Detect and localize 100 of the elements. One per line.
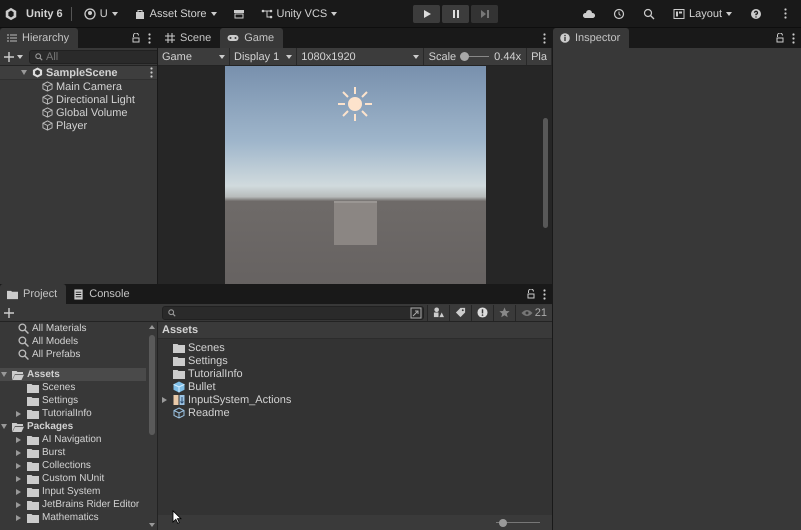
folder-tree-item[interactable]: TutorialInfo: [42, 408, 92, 419]
hierarchy-item[interactable]: Global Volume: [56, 106, 128, 118]
expand-arrow-icon[interactable]: [1, 424, 7, 429]
search-icon: [168, 308, 176, 316]
cube-outline-icon: [42, 120, 53, 131]
asset-item[interactable]: InputSystem_Actions: [188, 394, 292, 406]
alert-icon: [476, 307, 488, 318]
cube-outline-icon: [42, 81, 53, 92]
caret-icon: [219, 54, 225, 58]
archive-icon: [232, 8, 244, 20]
history-icon: [612, 8, 625, 20]
hierarchy-tab[interactable]: Hierarchy: [0, 28, 78, 48]
mouse-cursor-icon: [172, 510, 182, 524]
app-name: Unity 6: [26, 8, 63, 20]
favorite-item[interactable]: All Models: [32, 336, 78, 347]
open-folder-icon: [12, 368, 24, 380]
asset-item[interactable]: TutorialInfo: [188, 368, 243, 380]
lock-icon[interactable]: [776, 33, 784, 43]
lock-icon[interactable]: [132, 33, 140, 43]
kebab-icon[interactable]: [148, 32, 151, 44]
shapes-icon: [432, 307, 444, 318]
hierarchy-item[interactable]: Directional Light: [56, 94, 135, 106]
game-tab[interactable]: Game: [220, 28, 284, 48]
cube-outline-icon: [42, 107, 53, 118]
zoom-slider[interactable]: [496, 518, 540, 526]
kebab-icon[interactable]: [543, 288, 546, 300]
search-icon: [35, 52, 43, 60]
kebab-icon[interactable]: [792, 32, 795, 44]
folder-tree-item[interactable]: Scenes: [42, 382, 76, 393]
play-button[interactable]: [413, 4, 440, 22]
expand-arrow-icon[interactable]: [16, 410, 21, 416]
breadcrumb[interactable]: Assets: [158, 322, 552, 339]
slider-thumb[interactable]: [498, 518, 507, 526]
pause-button[interactable]: [442, 4, 469, 22]
version-control-dropdown[interactable]: Unity VCS: [256, 6, 342, 22]
scene-search-icon[interactable]: [410, 306, 422, 318]
folder-tree-item[interactable]: Packages: [27, 421, 74, 432]
asset-item[interactable]: Bullet: [188, 380, 216, 392]
hierarchy-item[interactable]: Main Camera: [56, 80, 122, 92]
folder-tree-item[interactable]: Mathematics: [42, 512, 99, 523]
expand-arrow-icon[interactable]: [16, 514, 21, 520]
asset-item[interactable]: Scenes: [188, 342, 225, 354]
lock-icon[interactable]: [527, 289, 535, 299]
scene-tab[interactable]: Scene: [158, 28, 220, 48]
create-button[interactable]: [2, 308, 16, 318]
folder-icon: [27, 472, 39, 484]
search-field[interactable]: [162, 306, 424, 320]
kebab-icon: [784, 8, 787, 19]
plus-icon: [4, 52, 14, 62]
expand-arrow-icon[interactable]: [16, 462, 21, 468]
folder-tree-item[interactable]: Input System: [42, 486, 100, 497]
display-dropdown[interactable]: Display 1: [230, 48, 298, 65]
folder-tree-item[interactable]: Collections: [42, 460, 91, 471]
folder-icon: [27, 434, 39, 446]
asset-store-dropdown[interactable]: Asset Store: [130, 6, 220, 22]
expand-arrow-icon[interactable]: [16, 450, 21, 456]
expand-arrow-icon[interactable]: [16, 488, 21, 494]
kebab-icon[interactable]: [150, 67, 153, 78]
account-dropdown[interactable]: U: [80, 6, 122, 22]
kebab-icon[interactable]: [543, 32, 546, 44]
expand-arrow-icon[interactable]: [21, 70, 27, 75]
expand-arrow-icon[interactable]: [1, 372, 7, 377]
folder-icon: [27, 446, 39, 458]
favorite-item[interactable]: All Materials: [32, 323, 86, 334]
console-tab[interactable]: Console: [66, 284, 139, 304]
star-icon: [498, 307, 510, 318]
layout-dropdown[interactable]: Layout: [668, 6, 736, 22]
folder-icon: [7, 288, 18, 300]
caret-icon: [112, 12, 118, 16]
folder-icon: [27, 498, 39, 510]
hierarchy-item[interactable]: Player: [56, 120, 88, 132]
view-mode-dropdown[interactable]: Game: [158, 48, 230, 65]
expand-arrow-icon[interactable]: [16, 502, 21, 508]
folder-tree-item[interactable]: AI Navigation: [42, 434, 102, 445]
pause-icon: [450, 8, 460, 18]
folder-tree-item[interactable]: JetBrains Rider Editor: [42, 499, 140, 510]
gamepad-icon: [227, 32, 240, 44]
folder-tree-item[interactable]: Burst: [42, 447, 66, 458]
resolution-dropdown[interactable]: 1080x1920: [297, 48, 424, 65]
inspector-tab[interactable]: Inspector: [553, 28, 630, 48]
folder-icon: [27, 512, 39, 524]
expand-arrow-icon[interactable]: [16, 476, 21, 482]
folder-tree-item[interactable]: Settings: [42, 395, 78, 406]
folder-tree-item[interactable]: Assets: [27, 369, 60, 380]
add-dropdown[interactable]: [2, 52, 25, 62]
cloud-icon: [582, 8, 595, 20]
project-tab[interactable]: Project: [0, 284, 66, 304]
asset-item[interactable]: Readme: [188, 406, 230, 418]
caret-icon: [726, 12, 732, 16]
favorite-item[interactable]: All Prefabs: [32, 349, 80, 360]
folder-tree-item[interactable]: Custom NUnit: [42, 473, 104, 484]
shopping-bag-icon: [134, 8, 146, 20]
scale-slider[interactable]: [461, 52, 490, 61]
search-field[interactable]: All: [29, 50, 157, 64]
slider-thumb[interactable]: [460, 52, 469, 61]
info-icon: [560, 33, 570, 43]
caret-icon: [210, 12, 216, 16]
expand-arrow-icon[interactable]: [16, 436, 21, 442]
asset-item[interactable]: Settings: [188, 354, 228, 366]
expand-arrow-icon[interactable]: [162, 396, 167, 402]
